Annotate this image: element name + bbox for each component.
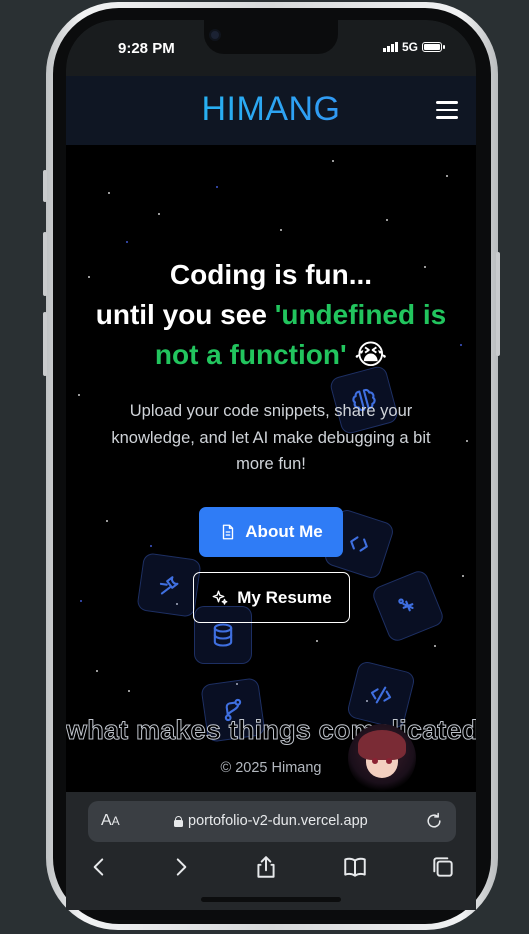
hero-highlight-part1: 'undefined is [274,299,447,330]
crying-emoji-icon: 😭 [354,339,388,370]
volume-down-button [43,312,47,376]
site-header: HIMANG [66,76,476,145]
my-resume-label: My Resume [237,587,332,607]
hero-title-line2: until you see 'undefined is [66,295,476,335]
network-label: 5G [401,40,418,54]
url-text: portofolio-v2-dun.vercel.app [188,813,368,829]
browser-toolbar: AA portofolio-v2-dun.vercel.app [66,792,476,910]
bookmarks-icon[interactable] [342,854,368,880]
volume-up-button [43,232,47,296]
phone-screen: 9:28 PM 5G HIMANG Coding is fun... until… [66,20,476,910]
sparkles-icon [212,590,228,605]
scrolling-marquee-text: what makes things complicated [66,715,476,746]
lock-icon [174,815,183,827]
notch [204,20,338,54]
document-icon [223,524,234,540]
my-resume-button[interactable]: My Resume [193,572,350,623]
hamburger-menu-icon[interactable] [436,101,458,119]
mute-switch [43,170,47,202]
back-arrow-icon[interactable] [86,854,112,880]
status-indicators: 5G [382,40,445,54]
signal-icon [382,42,398,52]
text-size-button[interactable]: AA [101,812,120,830]
share-icon[interactable] [253,854,279,880]
forward-arrow-icon[interactable] [168,854,194,880]
hero-subtext: Upload your code snippets, share your kn… [111,402,431,473]
reload-icon[interactable] [424,811,444,831]
address-bar[interactable]: AA portofolio-v2-dun.vercel.app [88,801,456,842]
hero-title-line3: not a function' 😭 [66,335,476,375]
anime-avatar-image[interactable] [348,724,416,792]
hero-title-prefix: until you see [95,299,275,330]
url-display[interactable]: portofolio-v2-dun.vercel.app [174,813,368,829]
tabs-icon[interactable] [430,854,456,880]
browser-nav-row [66,854,476,884]
home-indicator [201,897,341,902]
battery-icon [422,42,445,52]
front-camera [209,29,221,41]
status-time: 9:28 PM [118,40,175,57]
hero-title-line1: Coding is fun... [169,259,373,290]
cpu-icon [370,568,446,644]
about-me-button[interactable]: About Me [199,507,343,557]
power-button [496,252,500,356]
hero-section: Coding is fun... until you see 'undefine… [66,145,476,792]
copyright-text: © 2025 Himang [220,760,322,776]
site-logo[interactable]: HIMANG [66,90,476,129]
about-me-label: About Me [245,522,323,541]
wrench-icon [136,552,202,618]
hero-highlight-part2: not a function' [154,339,347,370]
